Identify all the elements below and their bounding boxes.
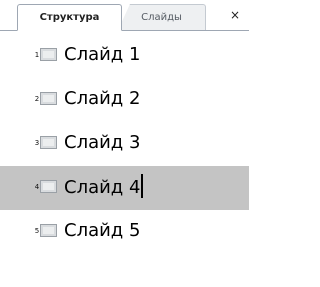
slide-icon <box>40 92 57 105</box>
slide-title[interactable]: Слайд 3 <box>64 130 140 156</box>
slide-title-editing[interactable]: Слайд 4 <box>64 174 144 201</box>
slide-icon <box>40 224 57 237</box>
slide-outline-item-5[interactable]: 5 Слайд 5 <box>0 210 249 254</box>
slide-icon <box>40 136 57 149</box>
tab-outline[interactable]: Структура <box>17 4 122 31</box>
slide-icon <box>40 48 57 61</box>
slide-outline-item-4[interactable]: 4 Слайд 4 <box>0 166 249 210</box>
slide-title[interactable]: Слайд 2 <box>64 86 140 112</box>
tab-slides[interactable]: Слайды <box>118 4 206 30</box>
text-cursor <box>141 174 144 198</box>
slide-outline-item-2[interactable]: 2 Слайд 2 <box>0 78 249 122</box>
slide-title[interactable]: Слайд 1 <box>64 42 140 68</box>
outline-pane: Структура Слайды × 1 Слайд 1 2 Слайд 2 3… <box>0 0 249 287</box>
close-pane-icon[interactable]: × <box>228 7 242 23</box>
slide-title-text: Слайд 4 <box>64 177 141 198</box>
slide-outline-item-3[interactable]: 3 Слайд 3 <box>0 122 249 166</box>
pane-tab-strip: Структура Слайды × <box>0 0 249 32</box>
slide-outline-item-1[interactable]: 1 Слайд 1 <box>0 34 249 78</box>
slide-icon <box>40 180 57 193</box>
slide-title[interactable]: Слайд 5 <box>64 218 140 244</box>
